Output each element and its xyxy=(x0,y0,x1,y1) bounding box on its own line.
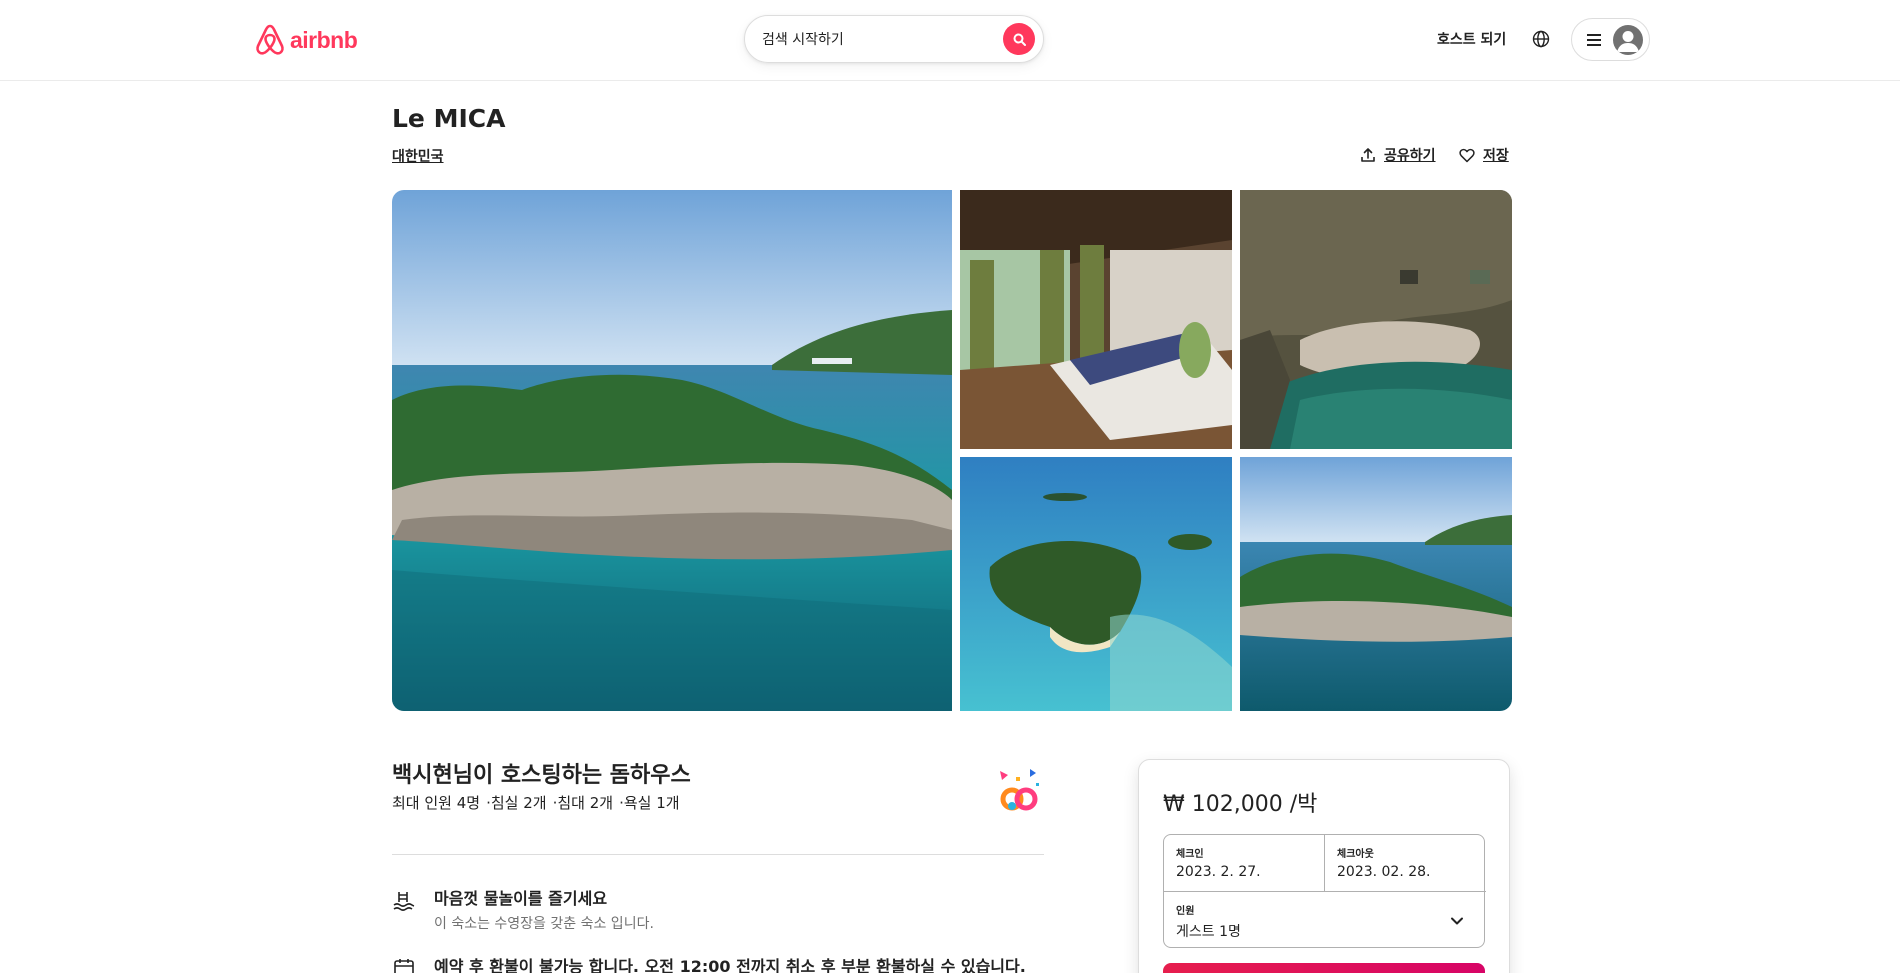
top-header: airbnb 검색 시작하기 호스트 되기 xyxy=(0,0,1900,81)
capacity-guests: 최대 인원 4명 xyxy=(392,794,481,812)
airbnb-logo-icon xyxy=(256,24,284,55)
date-guest-picker: 체크인 2023. 2. 27. 체크아웃 2023. 02. 28. 인원 게… xyxy=(1163,834,1486,949)
checkout-field[interactable]: 체크아웃 2023. 02. 28. xyxy=(1325,835,1486,892)
capacity-baths: ·욕실 1개 xyxy=(619,794,680,812)
guests-dropdown[interactable]: 인원 게스트 1명 xyxy=(1164,892,1486,949)
search-icon xyxy=(1013,33,1026,46)
save-button[interactable]: 저장 xyxy=(1459,145,1509,165)
checkin-label: 체크인 xyxy=(1176,849,1204,860)
airbnb-logo[interactable]: airbnb xyxy=(254,23,358,57)
menu-icon xyxy=(1587,33,1601,46)
share-label: 공유하기 xyxy=(1384,148,1436,164)
listing-photo-cove[interactable] xyxy=(1240,190,1512,449)
search-bar[interactable]: 검색 시작하기 xyxy=(744,15,1044,63)
host-title: 백시현님이 호스팅하는 돔하우스 xyxy=(392,763,691,788)
reserve-button[interactable] xyxy=(1163,963,1485,973)
pool-icon xyxy=(393,892,415,911)
checkin-field[interactable]: 체크인 2023. 2. 27. xyxy=(1164,835,1325,892)
share-button[interactable]: 공유하기 xyxy=(1360,145,1436,165)
photo-gallery xyxy=(392,190,1512,711)
capacity-beds: ·침대 2개 xyxy=(552,794,614,812)
feature-pool-title: 마음껏 물놀이를 즐기세요 xyxy=(434,889,608,908)
price-per-night: ₩ 102,000 /박 xyxy=(1163,786,1317,818)
checkout-label: 체크아웃 xyxy=(1337,849,1374,860)
share-icon xyxy=(1361,148,1375,162)
become-host-link[interactable]: 호스트 되기 xyxy=(1437,29,1506,49)
booking-card: ₩ 102,000 /박 체크인 2023. 2. 27. 체크아웃 2023.… xyxy=(1138,759,1510,973)
globe-icon[interactable] xyxy=(1532,30,1550,48)
chevron-down-icon xyxy=(1451,917,1463,925)
listing-capacity: 최대 인원 4명 ·침실 2개 ·침대 2개 ·욕실 1개 xyxy=(392,792,680,813)
save-label: 저장 xyxy=(1483,148,1509,164)
search-button[interactable] xyxy=(1003,23,1035,55)
listing-location-link[interactable]: 대한민국 xyxy=(392,146,444,166)
guests-label: 인원 xyxy=(1176,906,1195,917)
feature-refund-title: 예약 후 환불이 불가능 합니다. 오전 12:00 전까지 취소 후 부분 환… xyxy=(434,957,1026,973)
calendar-icon xyxy=(394,959,414,973)
listing-photo-main[interactable] xyxy=(392,190,952,711)
logo-text: airbnb xyxy=(290,26,358,53)
feature-pool-desc: 이 숙소는 수영장을 갖춘 숙소 입니다. xyxy=(434,916,654,932)
price-value: ₩ 102,000 xyxy=(1163,792,1283,817)
checkin-value: 2023. 2. 27. xyxy=(1176,864,1261,880)
checkout-value: 2023. 02. 28. xyxy=(1337,864,1431,880)
guests-value: 게스트 1명 xyxy=(1176,924,1241,940)
listing-photo-bedroom[interactable] xyxy=(960,190,1232,449)
listing-photo-aerial[interactable] xyxy=(960,457,1232,711)
host-avatar-icon[interactable] xyxy=(990,763,1046,819)
user-menu-button[interactable] xyxy=(1571,18,1650,61)
listing-title: Le MICA xyxy=(392,104,506,133)
heart-icon xyxy=(1459,148,1475,162)
feature-pool: 마음껏 물놀이를 즐기세요 이 숙소는 수영장을 갖춘 숙소 입니다. xyxy=(392,885,654,933)
search-placeholder: 검색 시작하기 xyxy=(762,32,844,48)
price-unit: /박 xyxy=(1289,792,1318,817)
listing-photo-island[interactable] xyxy=(1240,457,1512,711)
capacity-bedrooms: ·침실 2개 xyxy=(486,794,547,812)
section-divider xyxy=(392,854,1044,855)
feature-refund: 예약 후 환불이 불가능 합니다. 오전 12:00 전까지 취소 후 부분 환… xyxy=(392,953,1026,973)
user-avatar-icon xyxy=(1613,24,1643,55)
